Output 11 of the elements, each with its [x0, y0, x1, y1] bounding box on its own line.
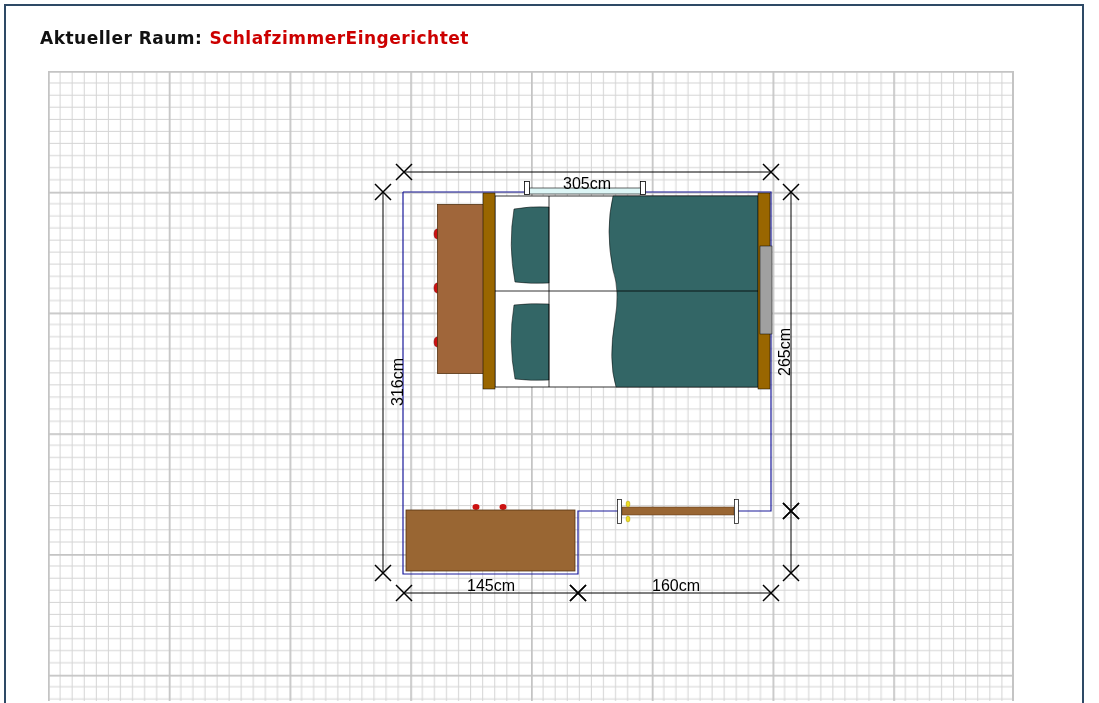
- dresser-drawing[interactable]: [433, 204, 484, 374]
- floor-plan-canvas[interactable]: 305cm 316cm 265cm 145cm 160cm: [48, 71, 1014, 701]
- dimension-label: 316cm: [389, 358, 406, 406]
- double-bed-drawing[interactable]: [482, 192, 773, 390]
- dimension-label: 160cm: [652, 577, 700, 594]
- dimension-label: 145cm: [467, 577, 515, 594]
- current-room-label: Aktueller Raum:: [40, 27, 203, 50]
- desk-drawing[interactable]: [405, 504, 576, 572]
- room-name: SchlafzimmerEingerichtet: [209, 27, 469, 50]
- dimension-label: 265cm: [776, 328, 793, 376]
- dimension-label: 305cm: [563, 175, 611, 192]
